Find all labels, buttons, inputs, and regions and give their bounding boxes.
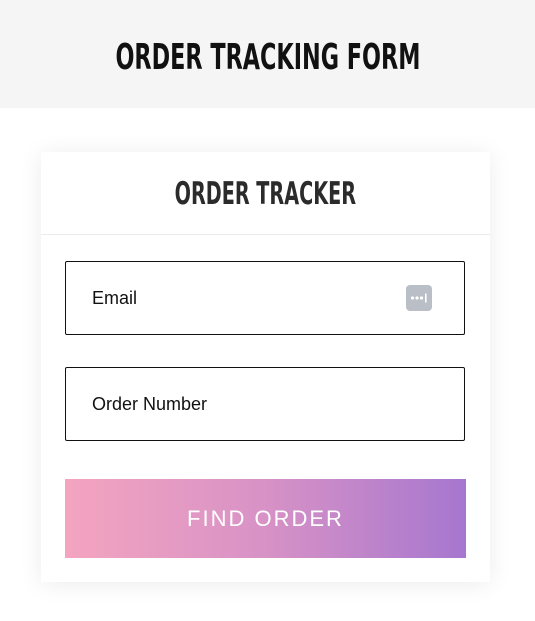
find-order-button[interactable]: FIND ORDER [65, 479, 466, 558]
card-title: ORDER TRACKER [174, 176, 357, 212]
order-tracker-card: ORDER TRACKER FIND ORDER [41, 152, 490, 582]
email-field-wrapper [65, 261, 465, 335]
email-input[interactable] [66, 262, 392, 334]
page-header: ORDER TRACKING FORM [0, 0, 535, 108]
order-number-input[interactable] [66, 368, 392, 440]
password-manager-autofill-icon[interactable] [406, 285, 432, 311]
page: ORDER TRACKING FORM ORDER TRACKER FIND O… [0, 0, 535, 621]
order-number-field-wrapper [65, 367, 465, 441]
page-title: ORDER TRACKING FORM [115, 36, 420, 78]
card-header: ORDER TRACKER [41, 152, 490, 235]
